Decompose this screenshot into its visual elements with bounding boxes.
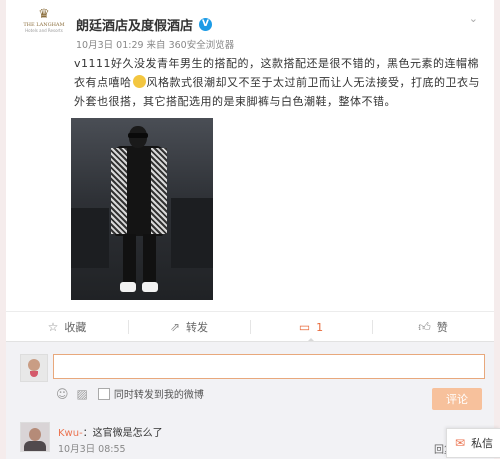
author-name[interactable]: 朗廷酒店及度假酒店 [76,15,193,34]
white-sneaker [120,282,136,292]
sync-repost-label: 同时转发到我的微博 [113,390,204,401]
comment-text: ：这官微是怎么了 [82,428,163,439]
like-label: 赞 [436,321,448,334]
comment-button[interactable]: ▭ 1 [250,312,372,343]
comment-icon: ▭ [298,320,311,334]
post-text: v1111好久没发青年男生的搭配的，这款搭配还是很不错的，黑色元素的连帽棉衣有点… [74,54,486,111]
like-button[interactable]: 👍︎ 赞 [372,312,494,342]
person-leg [123,234,136,286]
envelope-icon: ✉ [455,436,466,450]
submit-comment-button[interactable]: 评论 [432,388,482,410]
star-icon: ☆ [47,320,59,334]
comment-count: 1 [316,320,324,334]
private-message-label: 私信 [471,437,494,450]
comment-input[interactable] [53,354,485,379]
current-user-avatar [20,354,48,382]
avatar-body [24,441,46,451]
sunglasses [128,133,148,138]
commenter-avatar[interactable] [20,422,50,452]
private-message-tab[interactable]: ✉ 私信 [446,428,500,458]
emoji-picker-icon[interactable]: ☺ [56,387,69,401]
comment-time: 10月3日 08:55 [58,444,126,455]
author-avatar[interactable]: ♛ THE LANGHAM Hotels and Resorts [23,8,65,50]
logo-sub-text: Hotels and Resorts [25,28,63,33]
vest-pattern-left [111,148,127,234]
sync-repost-checkbox[interactable] [97,387,110,400]
favorite-label: 收藏 [64,321,87,334]
person-leg [143,234,156,286]
comment-area: ☺ ▨ 同时转发到我的微博 评论 Kwu-：这官微是怎么了 10月3日 08:5… [6,341,494,459]
comment-tools: ☺ ▨ 同时转发到我的微博 [56,386,204,402]
avatar-face [29,428,41,441]
commenter-name[interactable]: Kwu- [58,428,83,439]
share-icon: ⇗ [169,320,181,334]
author-row: 朗廷酒店及度假酒店 V [76,15,213,34]
post-meta: 10月3日 01:29 来自 360安全浏览器 [76,40,235,51]
emoji-icon [132,75,146,88]
action-bar: ☆ 收藏 ⇗ 转发 ▭ 1 👍︎ 赞 [6,311,494,343]
verified-badge-icon[interactable]: V [199,17,213,31]
thumbs-up-icon: 👍︎ [418,319,431,334]
avatar-face [28,359,40,371]
vest-pattern-right [151,148,167,234]
repost-label: 转发 [186,321,209,334]
background-building [71,208,109,268]
background-building [171,198,213,268]
chevron-down-icon[interactable]: ⌄ [469,12,478,25]
weibo-post-card: ♛ THE LANGHAM Hotels and Resorts 朗廷酒店及度假… [6,0,494,459]
comment-line: Kwu-：这官微是怎么了 [58,424,163,439]
favorite-button[interactable]: ☆ 收藏 [6,312,128,342]
image-upload-icon[interactable]: ▨ [77,387,88,401]
avatar-mouth [30,371,38,377]
crest-icon: ♛ [38,7,50,22]
white-sneaker [142,282,158,292]
repost-button[interactable]: ⇗ 转发 [128,312,250,342]
post-photo[interactable] [71,118,213,300]
